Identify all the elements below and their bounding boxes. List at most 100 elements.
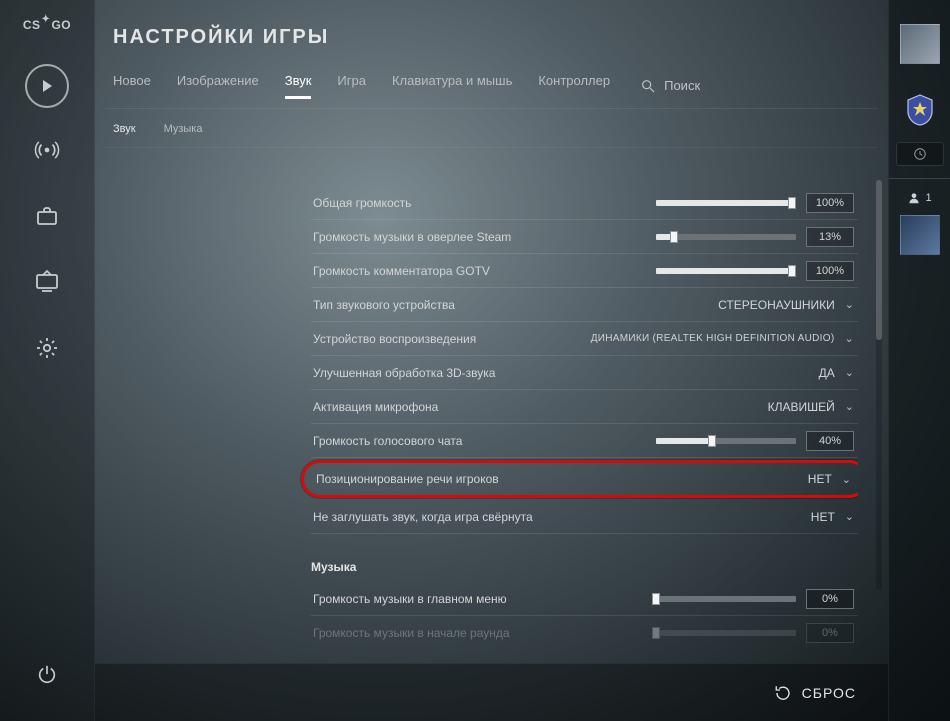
row-playback-device: Устройство воспроизведения ДИНАМИКИ (REA… [311,322,858,356]
slider-round-start-music[interactable] [656,630,796,636]
friends-header[interactable]: 1 [907,191,931,205]
briefcase-icon [35,204,59,228]
tab-keyboard-mouse[interactable]: Клавиатура и мышь [392,73,512,98]
reset-icon [774,684,792,702]
chevron-down-icon: ⌄ [845,400,854,413]
dropdown-voice-positional[interactable]: НЕТ ⌄ [808,472,851,486]
chevron-down-icon: ⌄ [844,332,854,345]
tab-game[interactable]: Игра [337,73,366,98]
left-nav: CS ✦ GO [0,0,95,721]
setting-label: Устройство воспроизведения [313,332,591,346]
search-icon [640,78,656,94]
dropdown-playback-device[interactable]: ДИНАМИКИ (REALTEK HIGH DEFINITION AUDIO)… [591,332,854,345]
setting-label: Громкость музыки в начале раунда [313,626,656,640]
value-gotv-volume: 100% [806,261,854,281]
row-mic-activation: Активация микрофона КЛАВИШЕЙ ⌄ [311,390,858,424]
settings-list: Общая громкость 100% Громкость музыки в … [113,172,858,534]
value-master-volume: 100% [806,193,854,213]
broadcast-icon [34,137,60,163]
main-pane: НАСТРОЙКИ ИГРЫ Новое Изображение Звук Иг… [95,0,888,721]
settings-search[interactable]: Поиск [640,73,700,98]
row-menu-music: Громкость музыки в главном меню 0% [311,582,858,616]
setting-label: Громкость голосового чата [313,434,656,448]
person-icon [907,191,921,205]
nav-broadcast-button[interactable] [23,126,71,174]
subtabs-row: Звук Музыка [105,109,878,148]
value-menu-music: 0% [806,589,854,609]
tab-new[interactable]: Новое [113,73,151,98]
friends-count: 1 [925,192,931,204]
nav-inventory-button[interactable] [23,192,71,240]
play-icon [39,78,55,94]
history-icon [913,147,927,161]
music-settings-list: Громкость музыки в главном меню 0% Громк… [113,582,858,650]
section-music-title: Музыка [113,534,858,582]
setting-label: Общая громкость [313,196,656,210]
power-icon [36,664,58,686]
player-rank-badge[interactable] [902,92,938,128]
slider-overlay-music[interactable] [656,234,796,240]
tab-controller[interactable]: Контроллер [538,73,610,98]
search-label: Поиск [664,78,700,93]
chevron-down-icon: ⌄ [845,366,854,379]
nav-power-button[interactable] [23,651,71,699]
dropdown-value: ДА [819,366,835,380]
row-device-type: Тип звукового устройства СТЕРЕОНАУШНИКИ … [311,288,858,322]
setting-label: Громкость комментатора GOTV [313,264,656,278]
setting-label: Громкость музыки в оверлее Steam [313,230,656,244]
row-gotv-volume: Громкость комментатора GOTV 100% [311,254,858,288]
nav-play-button[interactable] [25,64,69,108]
tab-audio[interactable]: Звук [285,73,312,98]
chevron-down-icon: ⌄ [842,473,851,486]
chevron-down-icon: ⌄ [845,298,854,311]
row-master-volume: Общая громкость 100% [311,186,858,220]
logo-left: CS [23,18,41,32]
settings-scroll: Общая громкость 100% Громкость музыки в … [113,172,858,655]
slider-voice-volume[interactable] [656,438,796,444]
setting-label: Активация микрофона [313,400,768,414]
value-round-start-music: 0% [806,623,854,643]
row-mute-bg: Не заглушать звук, когда игра свёрнута Н… [311,500,858,534]
dropdown-value: СТЕРЕОНАУШНИКИ [718,298,835,312]
row-overlay-music: Громкость музыки в оверлее Steam 13% [311,220,858,254]
scrollbar[interactable] [876,180,882,590]
tabs-row: Новое Изображение Звук Игра Клавиатура и… [105,59,878,109]
setting-label: Тип звукового устройства [313,298,718,312]
reset-button[interactable]: СБРОС [774,684,856,702]
tab-video[interactable]: Изображение [177,73,259,98]
dropdown-mute-bg[interactable]: НЕТ ⌄ [811,510,854,524]
setting-label: Улучшенная обработка 3D-звука [313,366,819,380]
value-overlay-music: 13% [806,227,854,247]
player-avatar[interactable] [900,24,940,64]
nav-watch-button[interactable] [23,258,71,306]
row-hrtf: Улучшенная обработка 3D-звука ДА ⌄ [311,356,858,390]
setting-label: Громкость музыки в главном меню [313,592,656,606]
slider-gotv-volume[interactable] [656,268,796,274]
dropdown-hrtf[interactable]: ДА ⌄ [819,366,854,380]
dropdown-mic-activation[interactable]: КЛАВИШЕЙ ⌄ [768,400,854,414]
reset-label: СБРОС [802,685,856,701]
chevron-down-icon: ⌄ [845,510,854,523]
dropdown-device-type[interactable]: СТЕРЕОНАУШНИКИ ⌄ [718,298,854,312]
subtab-sound[interactable]: Звук [113,119,136,139]
rank-shield-icon [902,92,938,128]
right-bar: 1 [888,0,950,721]
friend-tile[interactable] [900,215,940,255]
slider-master-volume[interactable] [656,200,796,206]
nav-settings-button[interactable] [23,324,71,372]
dropdown-value: НЕТ [808,472,832,486]
setting-label: Позиционирование речи игроков [316,472,808,486]
footer: СБРОС [95,663,888,721]
scrollbar-thumb[interactable] [876,180,882,340]
slider-menu-music[interactable] [656,596,796,602]
page-title: НАСТРОЙКИ ИГРЫ [105,0,878,59]
row-round-start-music: Громкость музыки в начале раунда 0% [311,616,858,650]
dropdown-value: НЕТ [811,510,835,524]
row-voice-positional: Позиционирование речи игроков НЕТ ⌄ [301,460,858,498]
recent-matches-button[interactable] [896,142,944,166]
row-voice-volume: Громкость голосового чата 40% [311,424,858,458]
tv-icon [34,270,60,294]
logo-right: GO [51,18,71,32]
gear-icon [35,336,59,360]
subtab-music[interactable]: Музыка [164,119,203,139]
